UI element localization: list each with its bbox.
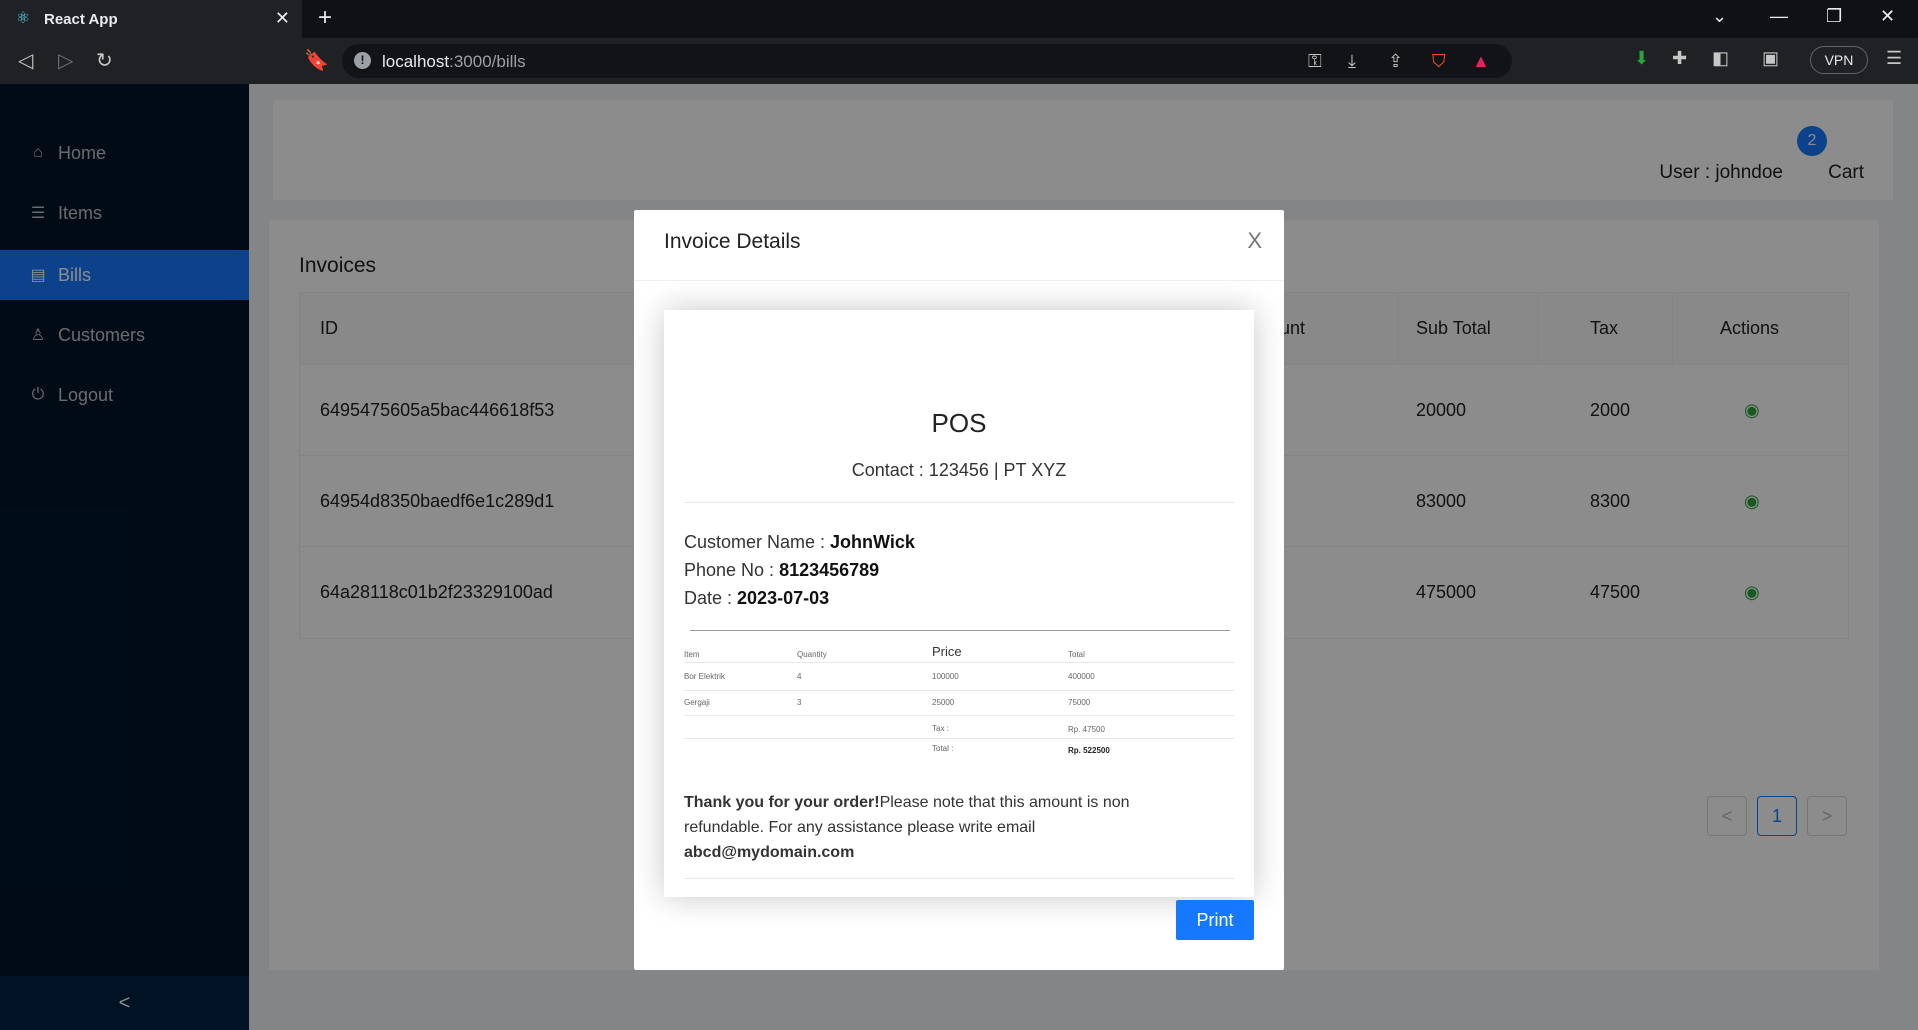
react-icon: ⚛ xyxy=(15,10,31,27)
download-arrow-icon[interactable]: ⬇ xyxy=(1634,48,1649,69)
item-price: 100000 xyxy=(932,672,959,681)
browser-toolbar: ◁ ▷ ↻ 🔖 ! localhost:3000/bills ⚿ ⤓ ⇪ ⛉ ▲… xyxy=(0,38,1918,84)
total-header: Total xyxy=(1068,650,1085,659)
extensions-icon[interactable]: ✚ xyxy=(1672,48,1687,69)
sidebar-icon[interactable]: ◧ xyxy=(1712,48,1729,69)
url-text[interactable]: localhost:3000/bills xyxy=(382,52,526,72)
forward-icon[interactable]: ▷ xyxy=(58,48,73,73)
app-area: ⌂ Home ☰ Items ▤ Bills ♙ Customers ⏻ Log… xyxy=(0,84,1918,1030)
share-icon[interactable]: ⇪ xyxy=(1388,51,1403,72)
item-total: 400000 xyxy=(1068,672,1095,681)
new-tab-icon[interactable]: + xyxy=(318,4,332,32)
minimize-icon[interactable]: — xyxy=(1770,6,1788,27)
date-line: Date : 2023-07-03 xyxy=(684,588,830,608)
download-icon[interactable]: ⤓ xyxy=(1348,51,1356,72)
tax-value: Rp. 47500 xyxy=(1068,725,1105,734)
browser-tab-bar: ⚛ React App ✕ + ⌄ — ❐ ✕ xyxy=(0,0,1918,38)
close-icon[interactable]: X xyxy=(1247,228,1262,254)
item-price: 25000 xyxy=(932,698,955,707)
item-qty: 4 xyxy=(797,672,802,681)
tab-search-icon[interactable]: ⌄ xyxy=(1712,6,1727,27)
modal-title: Invoice Details xyxy=(664,230,801,253)
item-total: 75000 xyxy=(1068,698,1091,707)
vpn-button[interactable]: VPN xyxy=(1810,46,1868,74)
item-header: Item xyxy=(684,650,700,659)
invoice-receipt: POS Contact : 123456 | PT XYZ Customer N… xyxy=(664,310,1254,897)
key-icon[interactable]: ⚿ xyxy=(1308,51,1322,72)
address-bar[interactable]: ! localhost:3000/bills ⚿ ⤓ ⇪ ⛉ ▲ xyxy=(342,44,1512,78)
menu-icon[interactable]: ☰ xyxy=(1886,48,1902,69)
brave-shield-icon[interactable]: ⛉ xyxy=(1432,51,1446,72)
phone-line: Phone No : 8123456789 xyxy=(684,560,880,580)
restore-icon[interactable]: ❐ xyxy=(1826,6,1842,27)
print-button[interactable]: Print xyxy=(1176,900,1254,940)
invoice-details-modal: Invoice Details X POS Contact : 123456 |… xyxy=(634,210,1284,970)
thank-you-note: Thank you for your order!Please note tha… xyxy=(684,794,1130,861)
total-value: Rp. 522500 xyxy=(1068,746,1110,755)
total-label: Total : xyxy=(932,744,954,753)
customer-name-line: Customer Name : JohnWick xyxy=(684,532,915,552)
bookmark-icon[interactable]: 🔖 xyxy=(304,48,329,73)
back-icon[interactable]: ◁ xyxy=(18,48,33,73)
site-info-icon[interactable]: ! xyxy=(354,52,371,69)
tax-label: Tax : xyxy=(932,724,949,733)
wallet-icon[interactable]: ▣ xyxy=(1762,48,1779,69)
reload-icon[interactable]: ↻ xyxy=(96,48,113,73)
window-close-icon[interactable]: ✕ xyxy=(1880,6,1895,27)
shop-name: POS xyxy=(931,408,987,438)
price-header: Price xyxy=(932,644,962,659)
rewards-icon[interactable]: ▲ xyxy=(1472,51,1490,72)
browser-tab[interactable]: ⚛ React App ✕ xyxy=(0,0,302,38)
item-qty: 3 xyxy=(797,698,802,707)
item-name: Gergaji xyxy=(684,698,710,707)
quantity-header: Quantity xyxy=(797,650,827,659)
shop-contact: Contact : 123456 | PT XYZ xyxy=(851,460,1067,480)
tab-title: React App xyxy=(44,10,118,28)
tab-close-icon[interactable]: ✕ xyxy=(275,8,290,29)
item-name: Bor Elektrik xyxy=(684,672,725,681)
